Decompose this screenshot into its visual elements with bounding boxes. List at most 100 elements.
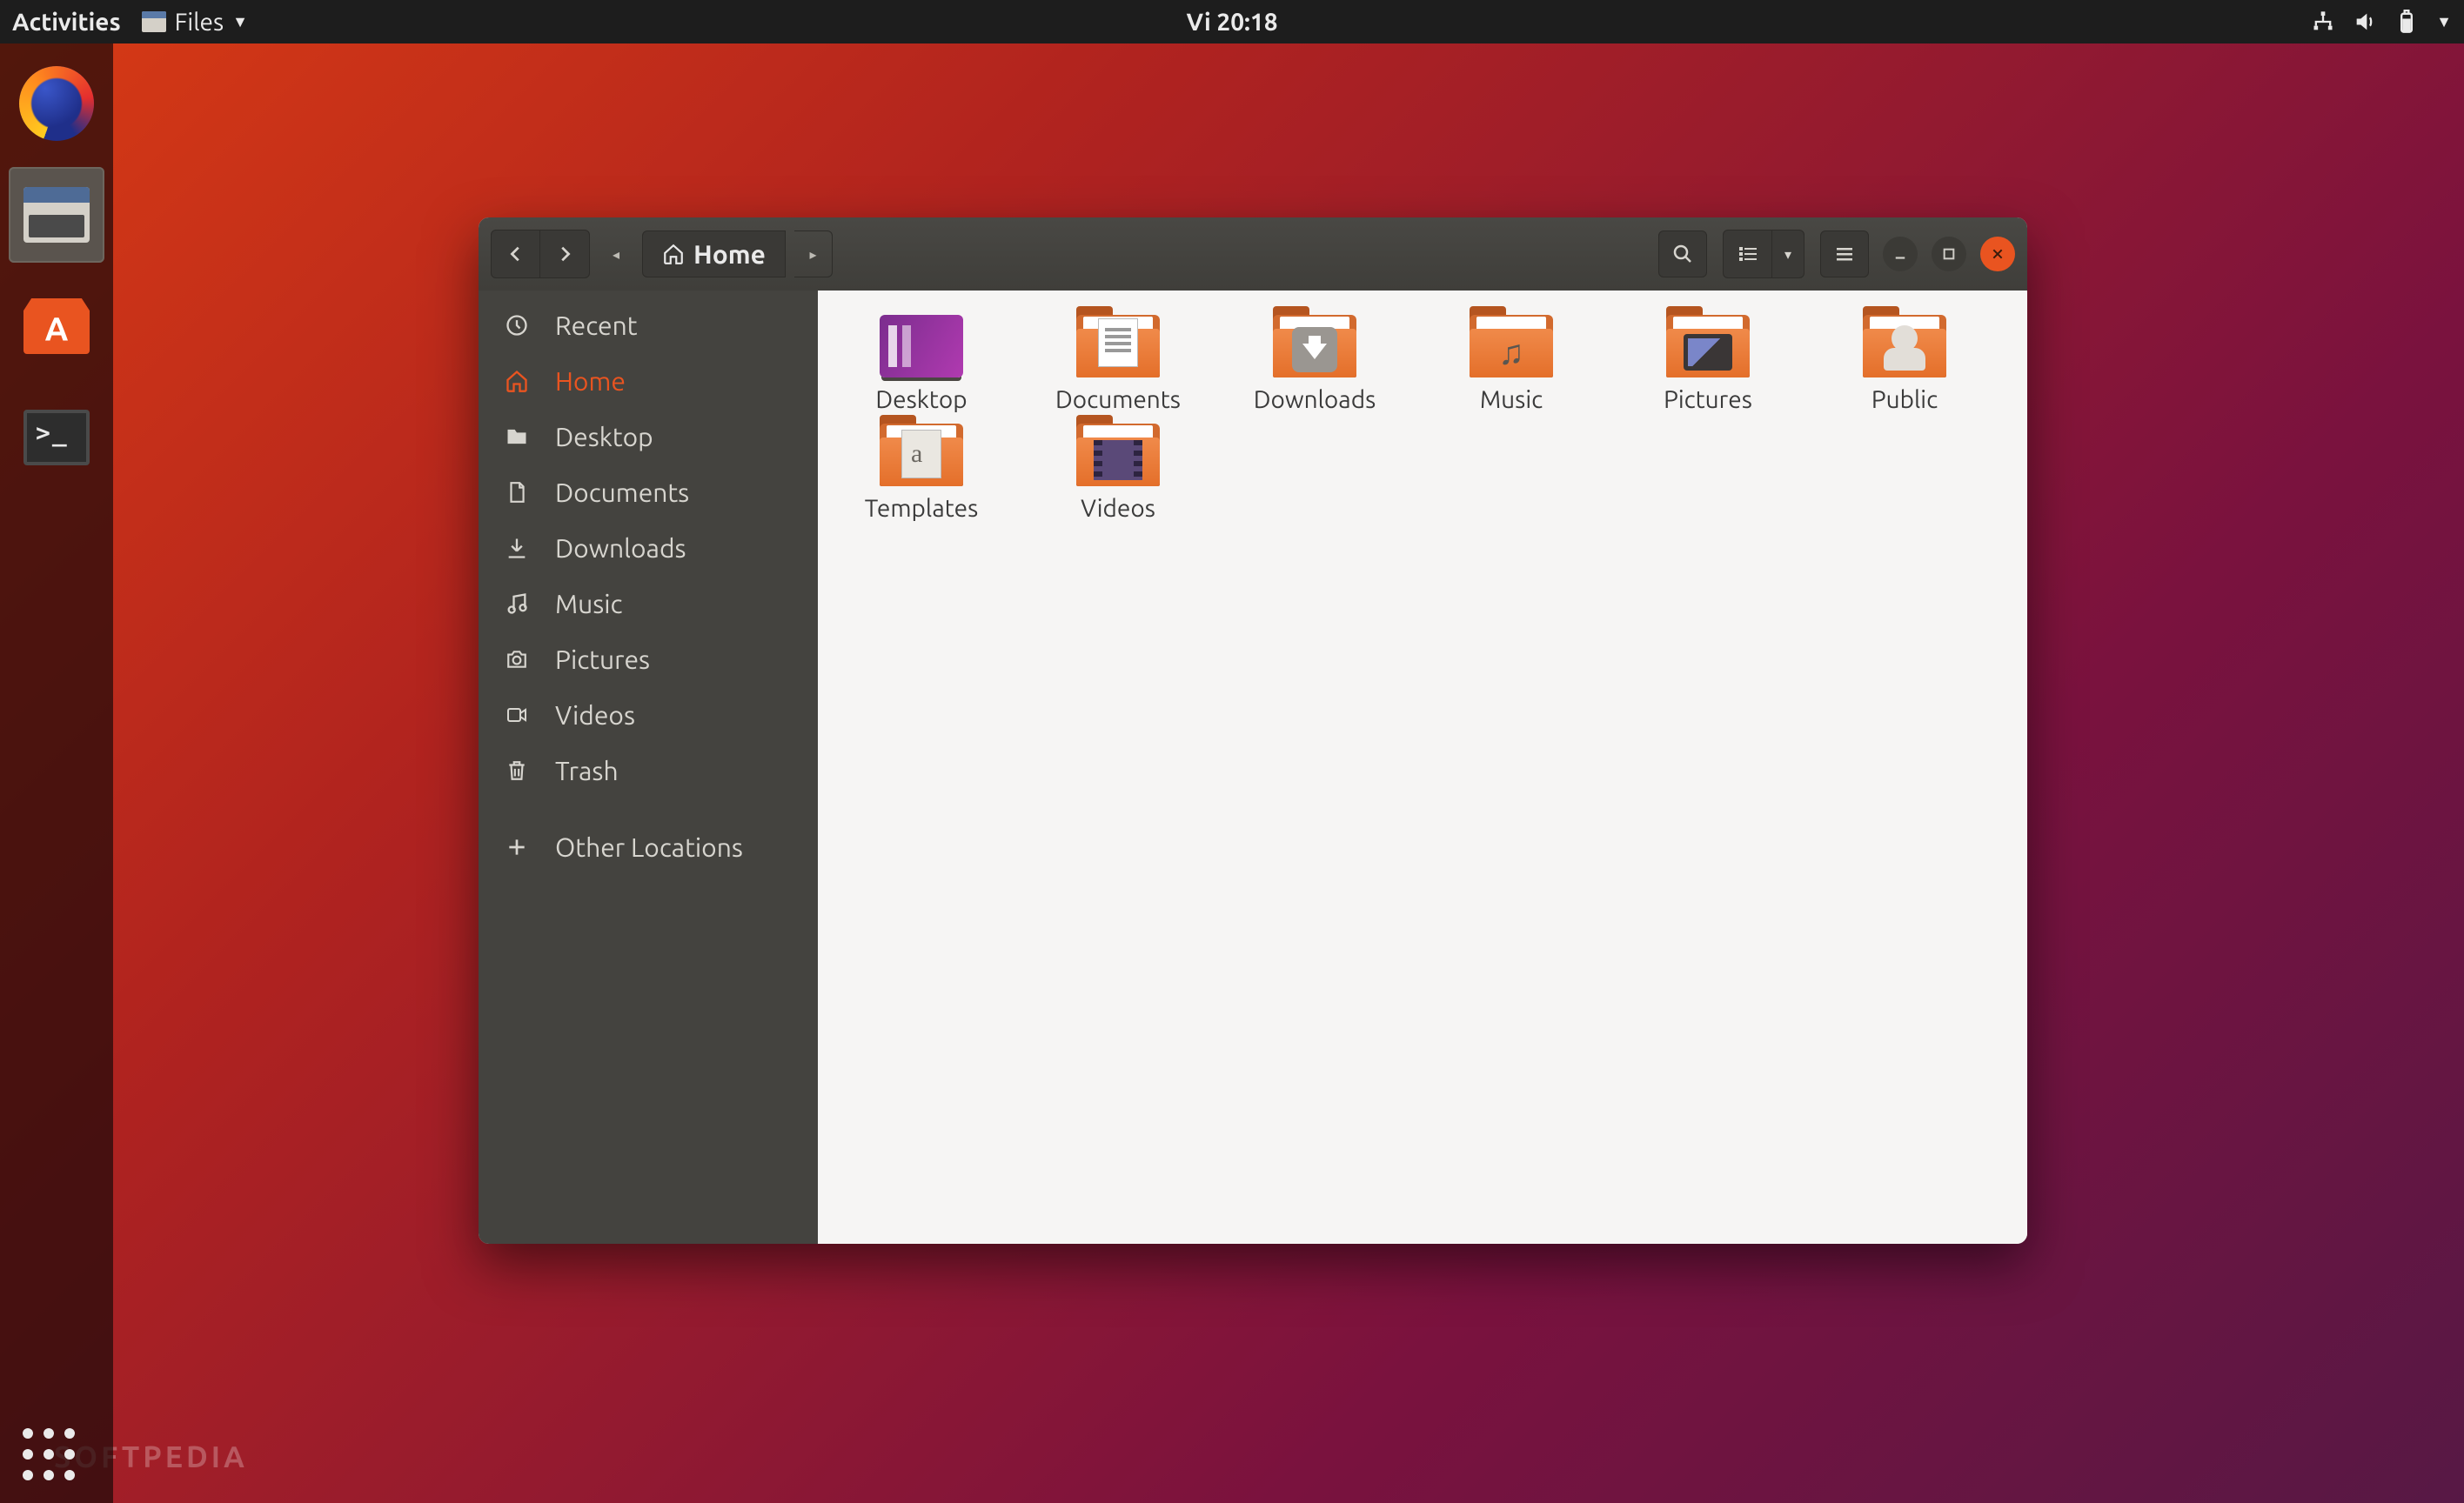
sidebar-item-label: Trash [555,756,619,785]
close-button[interactable] [1980,237,2015,271]
chevron-down-icon: ▼ [232,13,248,31]
list-view-button[interactable] [1724,230,1772,277]
app-menu-label: Files [175,9,224,36]
folder-label: Pictures [1664,386,1752,413]
folder-templates[interactable]: Templates [853,424,990,522]
files-app-icon [142,11,166,32]
folder-label: Downloads [1254,386,1376,413]
volume-icon[interactable] [2353,10,2377,34]
sidebar-item-label: Documents [555,478,689,507]
view-switcher: ▾ [1723,230,1804,278]
dock [0,43,113,1503]
home-icon [501,369,532,393]
sidebar-item-downloads[interactable]: Downloads [479,520,818,576]
folder-icon [1076,424,1160,486]
sidebar-item-label: Downloads [555,533,686,563]
folder-label: Videos [1081,495,1155,522]
folder-icon [880,424,963,486]
sidebar-item-label: Videos [555,700,635,730]
sidebar-item-music[interactable]: Music [479,576,818,631]
sidebar-item-trash[interactable]: Trash [479,743,818,798]
sidebar-item-videos[interactable]: Videos [479,687,818,743]
system-menu-chevron-icon[interactable]: ▼ [2436,13,2452,31]
dock-software[interactable] [9,278,104,374]
activities-button[interactable]: Activities [12,9,121,36]
sidebar: Recent Home Desktop Documents Downloads … [479,291,818,1244]
app-menu[interactable]: Files ▼ [142,9,248,36]
sidebar-item-label: Music [555,589,622,618]
terminal-icon [23,410,90,465]
folder-music[interactable]: ♫ Music [1443,315,1580,413]
folder-label: Documents [1055,386,1181,413]
video-icon [501,705,532,725]
breadcrumb-label: Home [693,239,766,269]
sidebar-item-home[interactable]: Home [479,353,818,409]
sidebar-item-label: Other Locations [555,832,743,862]
dock-files[interactable] [9,167,104,263]
home-icon [662,243,685,265]
breadcrumb-forward-icon[interactable]: ▸ [794,230,833,277]
download-overlay-icon [1292,327,1337,372]
sidebar-item-label: Home [555,366,626,396]
view-options-chevron-icon[interactable]: ▾ [1772,230,1804,277]
sidebar-item-pictures[interactable]: Pictures [479,631,818,687]
breadcrumb-home[interactable]: Home [642,230,786,277]
folder-label: Public [1871,386,1938,413]
software-icon [23,298,90,354]
music-overlay-icon: ♫ [1498,332,1524,373]
picture-overlay-icon [1684,334,1732,371]
sidebar-item-desktop[interactable]: Desktop [479,409,818,464]
sidebar-item-documents[interactable]: Documents [479,464,818,520]
maximize-button[interactable] [1932,237,1966,271]
folder-grid: Desktop Documents Downloads ♫ Music Pictures P… [818,291,2027,1244]
search-button[interactable] [1658,230,1707,277]
show-applications-button[interactable] [23,1428,75,1480]
dock-firefox[interactable] [9,56,104,151]
sidebar-item-other-locations[interactable]: Other Locations [479,819,818,875]
folder-documents[interactable]: Documents [1049,315,1187,413]
files-icon [23,187,90,243]
music-icon [501,591,532,616]
plus-icon [501,836,532,858]
public-overlay-icon [1884,329,1925,371]
hamburger-menu-button[interactable] [1820,230,1869,277]
folder-icon [1273,315,1356,377]
folder-pictures[interactable]: Pictures [1639,315,1777,413]
video-overlay-icon [1094,440,1142,480]
files-window: ◂ Home ▸ ▾ Recent Home [479,217,2027,1244]
document-icon [501,479,532,505]
top-bar: Activities Files ▼ Vi 20:18 ▼ [0,0,2464,43]
folder-icon [501,424,532,449]
trash-icon [501,758,532,784]
network-icon[interactable] [2311,10,2335,34]
folder-icon [1666,315,1750,377]
dock-terminal[interactable] [9,390,104,485]
clock[interactable]: Vi 20:18 [1187,9,1278,36]
desktop-folder-icon [880,315,963,377]
path-root-chevron-icon[interactable]: ◂ [599,230,633,277]
sidebar-item-label: Desktop [555,422,653,451]
back-button[interactable] [492,230,540,277]
document-overlay-icon [1098,318,1138,367]
minimize-button[interactable] [1883,237,1918,271]
battery-icon[interactable] [2394,10,2419,34]
download-icon [501,536,532,560]
folder-public[interactable]: Public [1836,315,1973,413]
folder-icon [1076,315,1160,377]
nav-back-forward [491,230,590,278]
template-overlay-icon [901,430,941,478]
folder-icon: ♫ [1470,315,1553,377]
folder-desktop[interactable]: Desktop [853,315,990,413]
folder-label: Music [1480,386,1543,413]
sidebar-item-label: Pictures [555,645,650,674]
firefox-icon [19,66,94,141]
folder-downloads[interactable]: Downloads [1246,315,1383,413]
sidebar-item-recent[interactable]: Recent [479,297,818,353]
folder-label: Templates [865,495,979,522]
folder-icon [1863,315,1946,377]
clock-icon [501,313,532,337]
camera-icon [501,648,532,671]
forward-button[interactable] [540,230,589,277]
folder-videos[interactable]: Videos [1049,424,1187,522]
sidebar-item-label: Recent [555,311,638,340]
